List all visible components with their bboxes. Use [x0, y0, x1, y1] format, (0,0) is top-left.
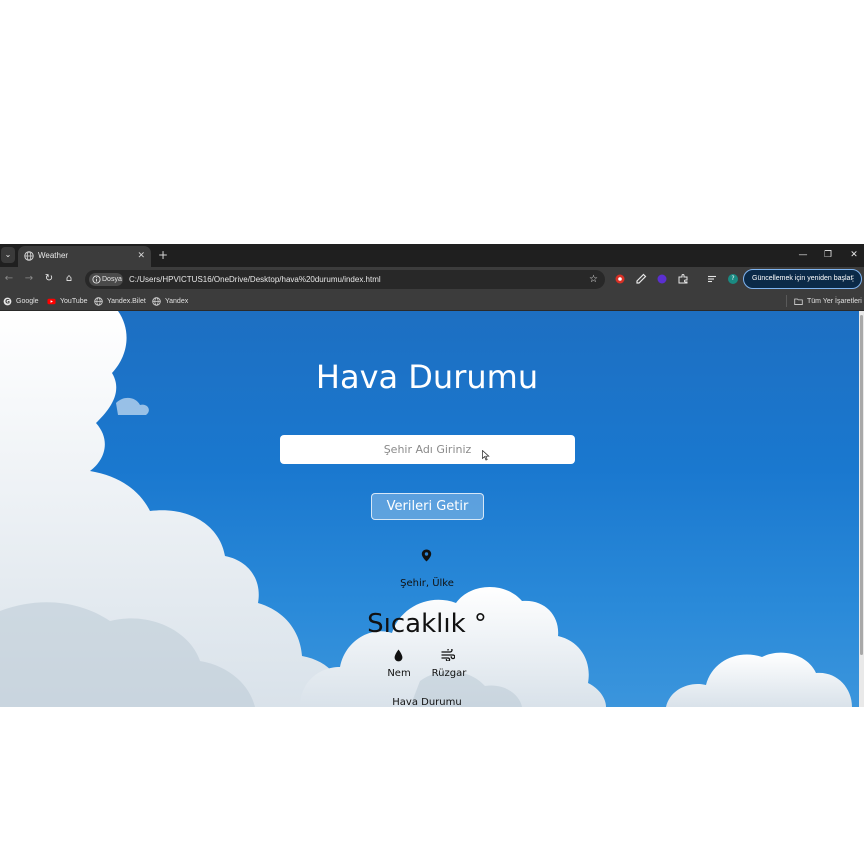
globe-icon [24, 251, 34, 261]
update-restart-label: Güncellemek için yeniden başlat [752, 275, 853, 282]
scrollbar-thumb[interactable] [860, 315, 863, 655]
bookmark-yandex-bilet[interactable]: Yandex.Bilet [94, 296, 146, 307]
all-bookmarks-label: Tüm Yer İşaretleri [807, 298, 862, 305]
forward-icon[interactable]: → [22, 272, 36, 286]
bookmark-label: Google [16, 298, 39, 305]
plus-icon: + [157, 248, 169, 262]
bookmark-yandex[interactable]: Yandex [152, 296, 190, 307]
purple-extension-icon[interactable] [656, 273, 668, 285]
tab-title: Weather [38, 251, 69, 260]
wind-icon [441, 649, 455, 661]
mouse-cursor-icon [482, 450, 490, 461]
tab-search-button[interactable]: ⌄ [1, 247, 15, 263]
page-title: Hava Durumu [315, 358, 539, 396]
temperature-text: Sıcaklık ° [367, 609, 487, 639]
close-window-icon[interactable]: ✕ [846, 248, 862, 262]
bookmark-google[interactable]: G Google [3, 296, 43, 307]
close-icon[interactable]: ✕ [137, 249, 145, 263]
address-bar[interactable]: Dosya C:/Users/HPVICTUS16/OneDrive/Deskt… [85, 270, 605, 289]
globe-icon [152, 297, 161, 306]
page-scrollbar[interactable] [859, 311, 864, 707]
eyedropper-extension-icon[interactable] [635, 273, 647, 285]
chevron-down-icon: ⌄ [4, 250, 12, 259]
bookmarks-divider [786, 295, 787, 307]
humidity-label: Nem [387, 668, 411, 679]
wind-label: Rüzgar [431, 668, 467, 679]
all-bookmarks-button[interactable]: Tüm Yer İşaretleri [794, 296, 862, 307]
globe-icon [94, 297, 103, 306]
tab-weather[interactable]: Weather ✕ [18, 246, 151, 267]
bookmark-label: Yandex [165, 298, 189, 305]
menu-icon[interactable]: ⋮ [849, 273, 857, 285]
security-chip-label: Dosya [102, 276, 122, 283]
water-drop-icon [394, 649, 403, 662]
new-tab-button[interactable]: + [156, 247, 170, 263]
weather-condition-text: Hava Durumu [392, 697, 462, 707]
fetch-data-button[interactable]: Verileri Getir [371, 493, 484, 520]
browser-window: ⌄ Weather ✕ + — ❐ ✕ ← → ↻ ⌂ Dosya C:/Use… [0, 244, 864, 707]
reload-icon[interactable]: ↻ [42, 272, 56, 286]
browser-toolbar: ← → ↻ ⌂ Dosya C:/Users/HPVICTUS16/OneDri… [0, 267, 864, 291]
folder-icon [794, 298, 803, 305]
star-icon[interactable]: ☆ [589, 273, 598, 286]
svg-text:G: G [5, 300, 10, 306]
bookmarks-bar: G Google YouTube Yandex.Bilet Yandex Tüm… [0, 291, 864, 311]
restore-icon[interactable]: ❐ [820, 248, 836, 262]
tab-strip: ⌄ Weather ✕ + — ❐ ✕ [0, 244, 864, 267]
security-chip[interactable]: Dosya [89, 273, 123, 286]
info-icon [92, 275, 101, 284]
record-extension-icon[interactable] [614, 273, 626, 285]
youtube-icon [47, 298, 56, 305]
home-icon[interactable]: ⌂ [62, 272, 76, 286]
reading-list-icon[interactable] [706, 273, 718, 285]
location-pin-icon [421, 549, 432, 562]
url-text: C:/Users/HPVICTUS16/OneDrive/Desktop/hav… [129, 275, 381, 284]
city-search-input[interactable] [280, 435, 575, 464]
extension-icon[interactable] [677, 273, 689, 285]
page-viewport: Hava Durumu Verileri Getir Şehir, Ülke S… [0, 311, 864, 707]
profile-avatar[interactable]: ? [728, 274, 738, 284]
bookmark-label: Yandex.Bilet [107, 298, 146, 305]
minimize-icon[interactable]: — [795, 248, 811, 262]
location-text: Şehir, Ülke [400, 578, 454, 589]
bookmark-label: YouTube [60, 298, 88, 305]
update-restart-button[interactable]: Güncellemek için yeniden başlat ⋮ [743, 269, 862, 289]
bookmark-youtube[interactable]: YouTube [47, 296, 89, 307]
google-icon: G [3, 297, 12, 306]
back-icon[interactable]: ← [2, 272, 16, 286]
